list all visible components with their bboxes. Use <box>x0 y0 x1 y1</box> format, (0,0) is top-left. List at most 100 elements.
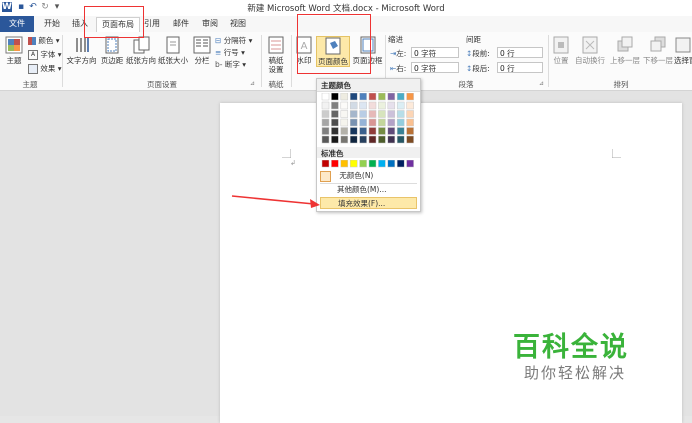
breaks-button[interactable]: ⊟ 分隔符 ▾ <box>215 35 252 46</box>
theme-color-swatch[interactable] <box>368 135 377 144</box>
theme-color-swatch[interactable] <box>331 110 339 118</box>
hyphenation-button[interactable]: b- 断字 ▾ <box>215 59 246 70</box>
theme-color-swatch[interactable] <box>378 135 386 144</box>
size-button[interactable]: 纸张大小 <box>157 36 189 65</box>
theme-color-swatch[interactable] <box>396 110 405 118</box>
orientation-button[interactable]: 纸张方向 <box>126 36 156 65</box>
no-color-item[interactable]: 无颜色(N) <box>320 170 417 182</box>
more-colors-item[interactable]: 其他颜色(M)... <box>320 184 417 196</box>
text-direction-button[interactable]: 文字方向 <box>65 36 98 65</box>
standard-color-swatch[interactable] <box>321 160 330 168</box>
theme-color-swatch[interactable] <box>331 135 339 144</box>
theme-color-swatch[interactable] <box>321 118 330 127</box>
theme-color-swatch[interactable] <box>406 110 414 118</box>
tab-mailings[interactable]: 邮件 <box>169 17 193 31</box>
theme-colors-button[interactable]: 颜色 ▾ <box>28 35 60 46</box>
margins-button[interactable]: 页边距 <box>98 36 126 65</box>
standard-color-swatch[interactable] <box>378 160 386 168</box>
tab-view[interactable]: 视图 <box>226 17 250 31</box>
theme-color-swatch[interactable] <box>378 110 386 118</box>
theme-color-swatch[interactable] <box>349 93 358 101</box>
theme-color-swatch[interactable] <box>406 127 414 135</box>
theme-color-swatch[interactable] <box>396 127 405 135</box>
theme-color-swatch[interactable] <box>331 127 339 135</box>
theme-color-swatch[interactable] <box>396 118 405 127</box>
standard-color-row[interactable] <box>320 160 418 169</box>
standard-color-swatch[interactable] <box>331 160 339 168</box>
theme-color-swatch[interactable] <box>359 101 367 110</box>
theme-color-swatch[interactable] <box>340 93 349 101</box>
theme-color-swatch[interactable] <box>368 93 377 101</box>
theme-color-swatch[interactable] <box>378 101 386 110</box>
theme-color-swatch[interactable] <box>331 101 339 110</box>
theme-color-swatch[interactable] <box>359 127 367 135</box>
theme-color-swatch[interactable] <box>387 127 396 135</box>
theme-color-swatch[interactable] <box>321 110 330 118</box>
theme-color-swatch[interactable] <box>359 135 367 144</box>
theme-color-swatch[interactable] <box>359 118 367 127</box>
theme-color-swatch[interactable] <box>340 127 349 135</box>
standard-color-swatch[interactable] <box>340 160 349 168</box>
send-backward-button[interactable]: 下移一层 <box>641 36 675 65</box>
theme-color-swatch[interactable] <box>340 101 349 110</box>
spacing-before-input[interactable]: 0 行 <box>497 47 543 58</box>
tab-file[interactable]: 文件 <box>0 16 34 32</box>
theme-color-swatch[interactable] <box>349 127 358 135</box>
theme-color-swatch[interactable] <box>387 101 396 110</box>
theme-color-swatch[interactable] <box>396 93 405 101</box>
theme-color-swatch[interactable] <box>349 110 358 118</box>
theme-color-swatch[interactable] <box>387 135 396 144</box>
theme-color-swatch[interactable] <box>349 101 358 110</box>
theme-color-swatch[interactable] <box>331 118 339 127</box>
theme-color-swatch[interactable] <box>378 127 386 135</box>
theme-color-swatch[interactable] <box>349 118 358 127</box>
columns-button[interactable]: 分栏 <box>191 36 213 65</box>
theme-color-swatch[interactable] <box>359 93 367 101</box>
theme-color-swatch[interactable] <box>368 127 377 135</box>
theme-color-swatch[interactable] <box>331 93 339 101</box>
theme-color-swatch[interactable] <box>387 118 396 127</box>
theme-color-swatch[interactable] <box>368 101 377 110</box>
theme-color-swatch[interactable] <box>349 135 358 144</box>
theme-color-swatch[interactable] <box>359 110 367 118</box>
theme-color-swatch[interactable] <box>321 135 330 144</box>
spacing-after-input[interactable]: 0 行 <box>497 62 543 73</box>
theme-color-swatch[interactable] <box>378 93 386 101</box>
theme-color-swatch[interactable] <box>340 118 349 127</box>
theme-color-grid[interactable] <box>320 93 418 149</box>
standard-color-swatch[interactable] <box>406 160 414 168</box>
theme-fonts-button[interactable]: A 字体 ▾ <box>28 49 62 60</box>
theme-color-swatch[interactable] <box>387 110 396 118</box>
theme-color-swatch[interactable] <box>368 110 377 118</box>
theme-color-swatch[interactable] <box>406 93 414 101</box>
theme-color-swatch[interactable] <box>321 127 330 135</box>
theme-color-swatch[interactable] <box>406 135 414 144</box>
themes-button[interactable]: 主题 <box>2 36 26 65</box>
paragraph-launcher-icon[interactable]: ⊿ <box>539 80 544 87</box>
theme-color-swatch[interactable] <box>406 101 414 110</box>
theme-color-swatch[interactable] <box>368 118 377 127</box>
wrap-text-button[interactable]: 自动换行 <box>573 36 607 65</box>
line-numbers-button[interactable]: ≡ 行号 ▾ <box>215 47 245 58</box>
fill-effects-item[interactable]: 填充效果(F)... <box>320 197 417 209</box>
theme-effects-button[interactable]: 效果 ▾ <box>28 63 62 74</box>
theme-color-swatch[interactable] <box>406 118 414 127</box>
theme-color-swatch[interactable] <box>321 93 330 101</box>
theme-color-swatch[interactable] <box>378 118 386 127</box>
page-setup-launcher-icon[interactable]: ⊿ <box>250 80 255 87</box>
theme-color-swatch[interactable] <box>387 93 396 101</box>
theme-color-swatch[interactable] <box>396 135 405 144</box>
indent-right-input[interactable]: 0 字符 <box>411 62 459 73</box>
tab-home[interactable]: 开始 <box>38 17 66 31</box>
standard-color-swatch[interactable] <box>349 160 358 168</box>
draft-paper-button[interactable]: 稿纸 设置 <box>263 36 289 74</box>
theme-color-swatch[interactable] <box>321 101 330 110</box>
theme-color-swatch[interactable] <box>340 110 349 118</box>
standard-color-swatch[interactable] <box>359 160 367 168</box>
selection-pane-button[interactable]: 选择窗 <box>674 36 692 65</box>
theme-color-swatch[interactable] <box>340 135 349 144</box>
theme-color-swatch[interactable] <box>396 101 405 110</box>
indent-left-input[interactable]: 0 字符 <box>411 47 459 58</box>
position-button[interactable]: 位置 <box>550 36 572 65</box>
tab-review[interactable]: 审阅 <box>198 17 222 31</box>
